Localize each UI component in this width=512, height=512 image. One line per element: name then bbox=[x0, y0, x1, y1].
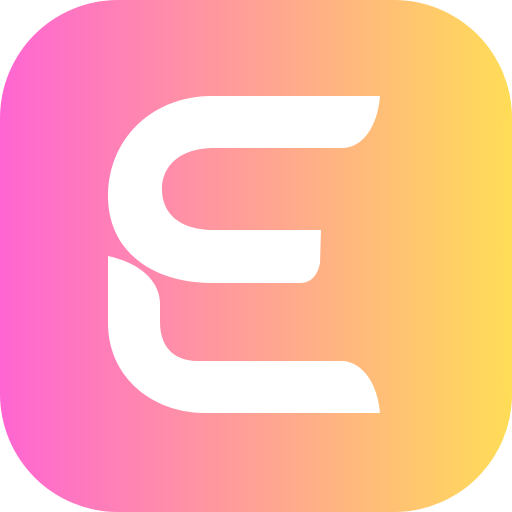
app-icon-graphic bbox=[0, 0, 512, 512]
app-icon[interactable] bbox=[0, 0, 512, 512]
